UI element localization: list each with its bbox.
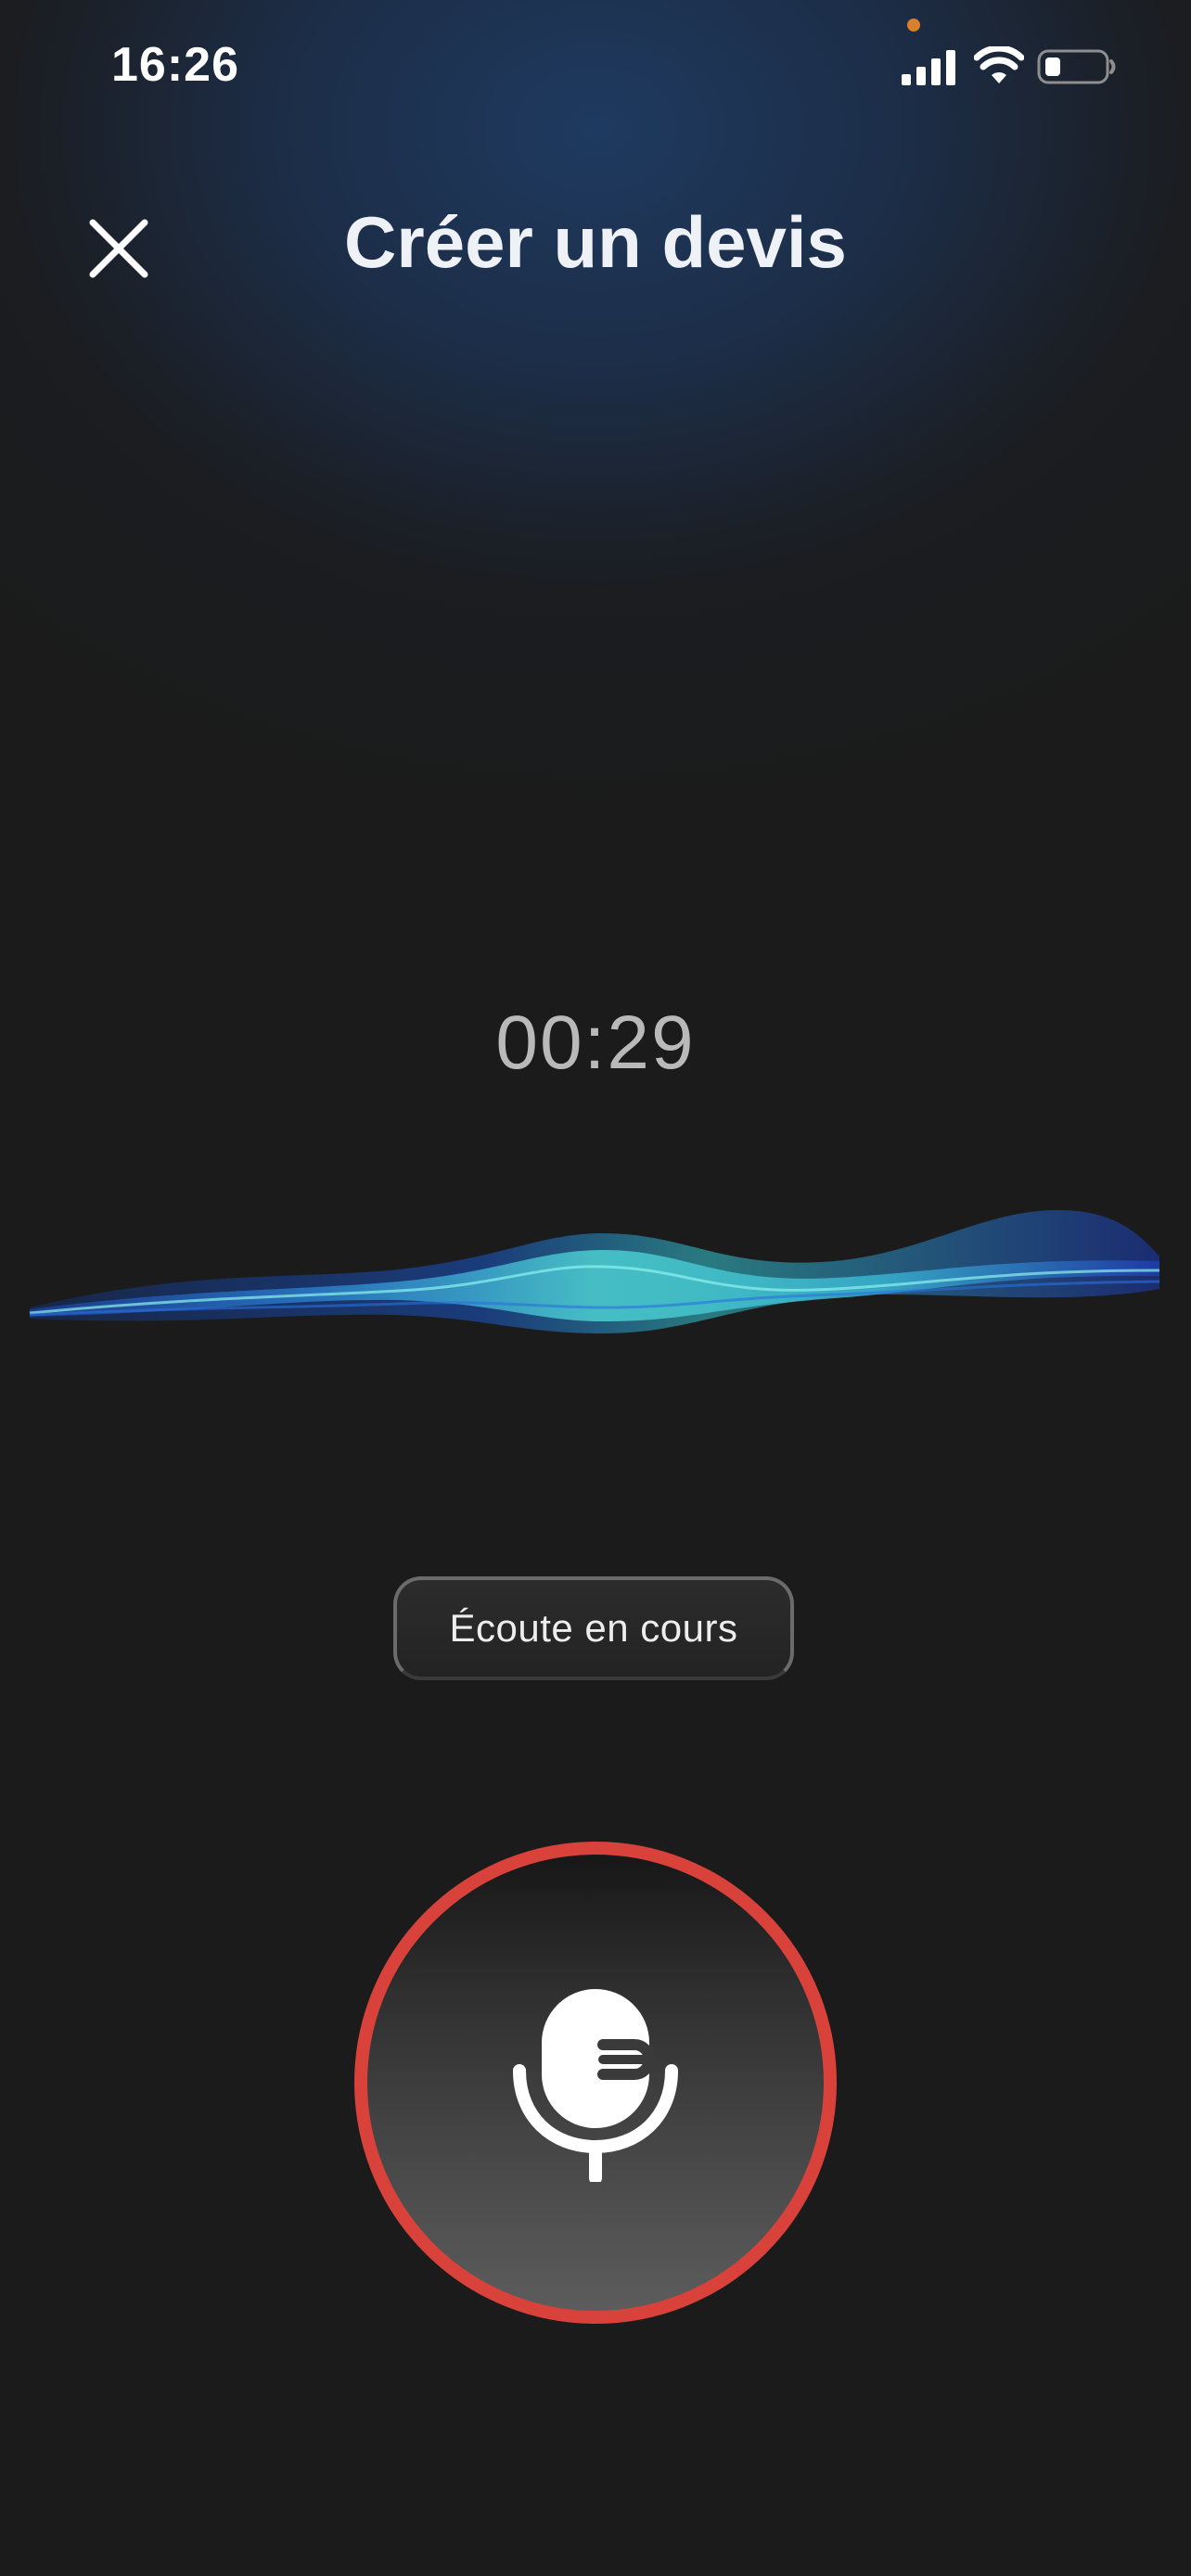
battery-icon bbox=[1037, 49, 1116, 84]
record-button[interactable] bbox=[354, 1842, 837, 2324]
page-title: Créer un devis bbox=[344, 201, 847, 283]
wifi-icon bbox=[974, 46, 1024, 83]
audio-waveform bbox=[29, 1210, 1160, 1333]
background-glow bbox=[0, 0, 1191, 927]
recording-screen: 16:26 Créer un devis 00:29 Écoute en cou… bbox=[0, 0, 1191, 2576]
listening-status-badge: Écoute en cours bbox=[393, 1576, 794, 1680]
listening-status-label: Écoute en cours bbox=[449, 1606, 738, 1650]
status-bar: 16:26 bbox=[0, 0, 1191, 130]
signal-icon bbox=[902, 50, 955, 85]
recording-timer: 00:29 bbox=[495, 1001, 696, 1085]
status-time: 16:26 bbox=[111, 38, 239, 92]
privacy-indicator-dot bbox=[907, 19, 920, 32]
microphone-icon bbox=[513, 1989, 678, 2182]
